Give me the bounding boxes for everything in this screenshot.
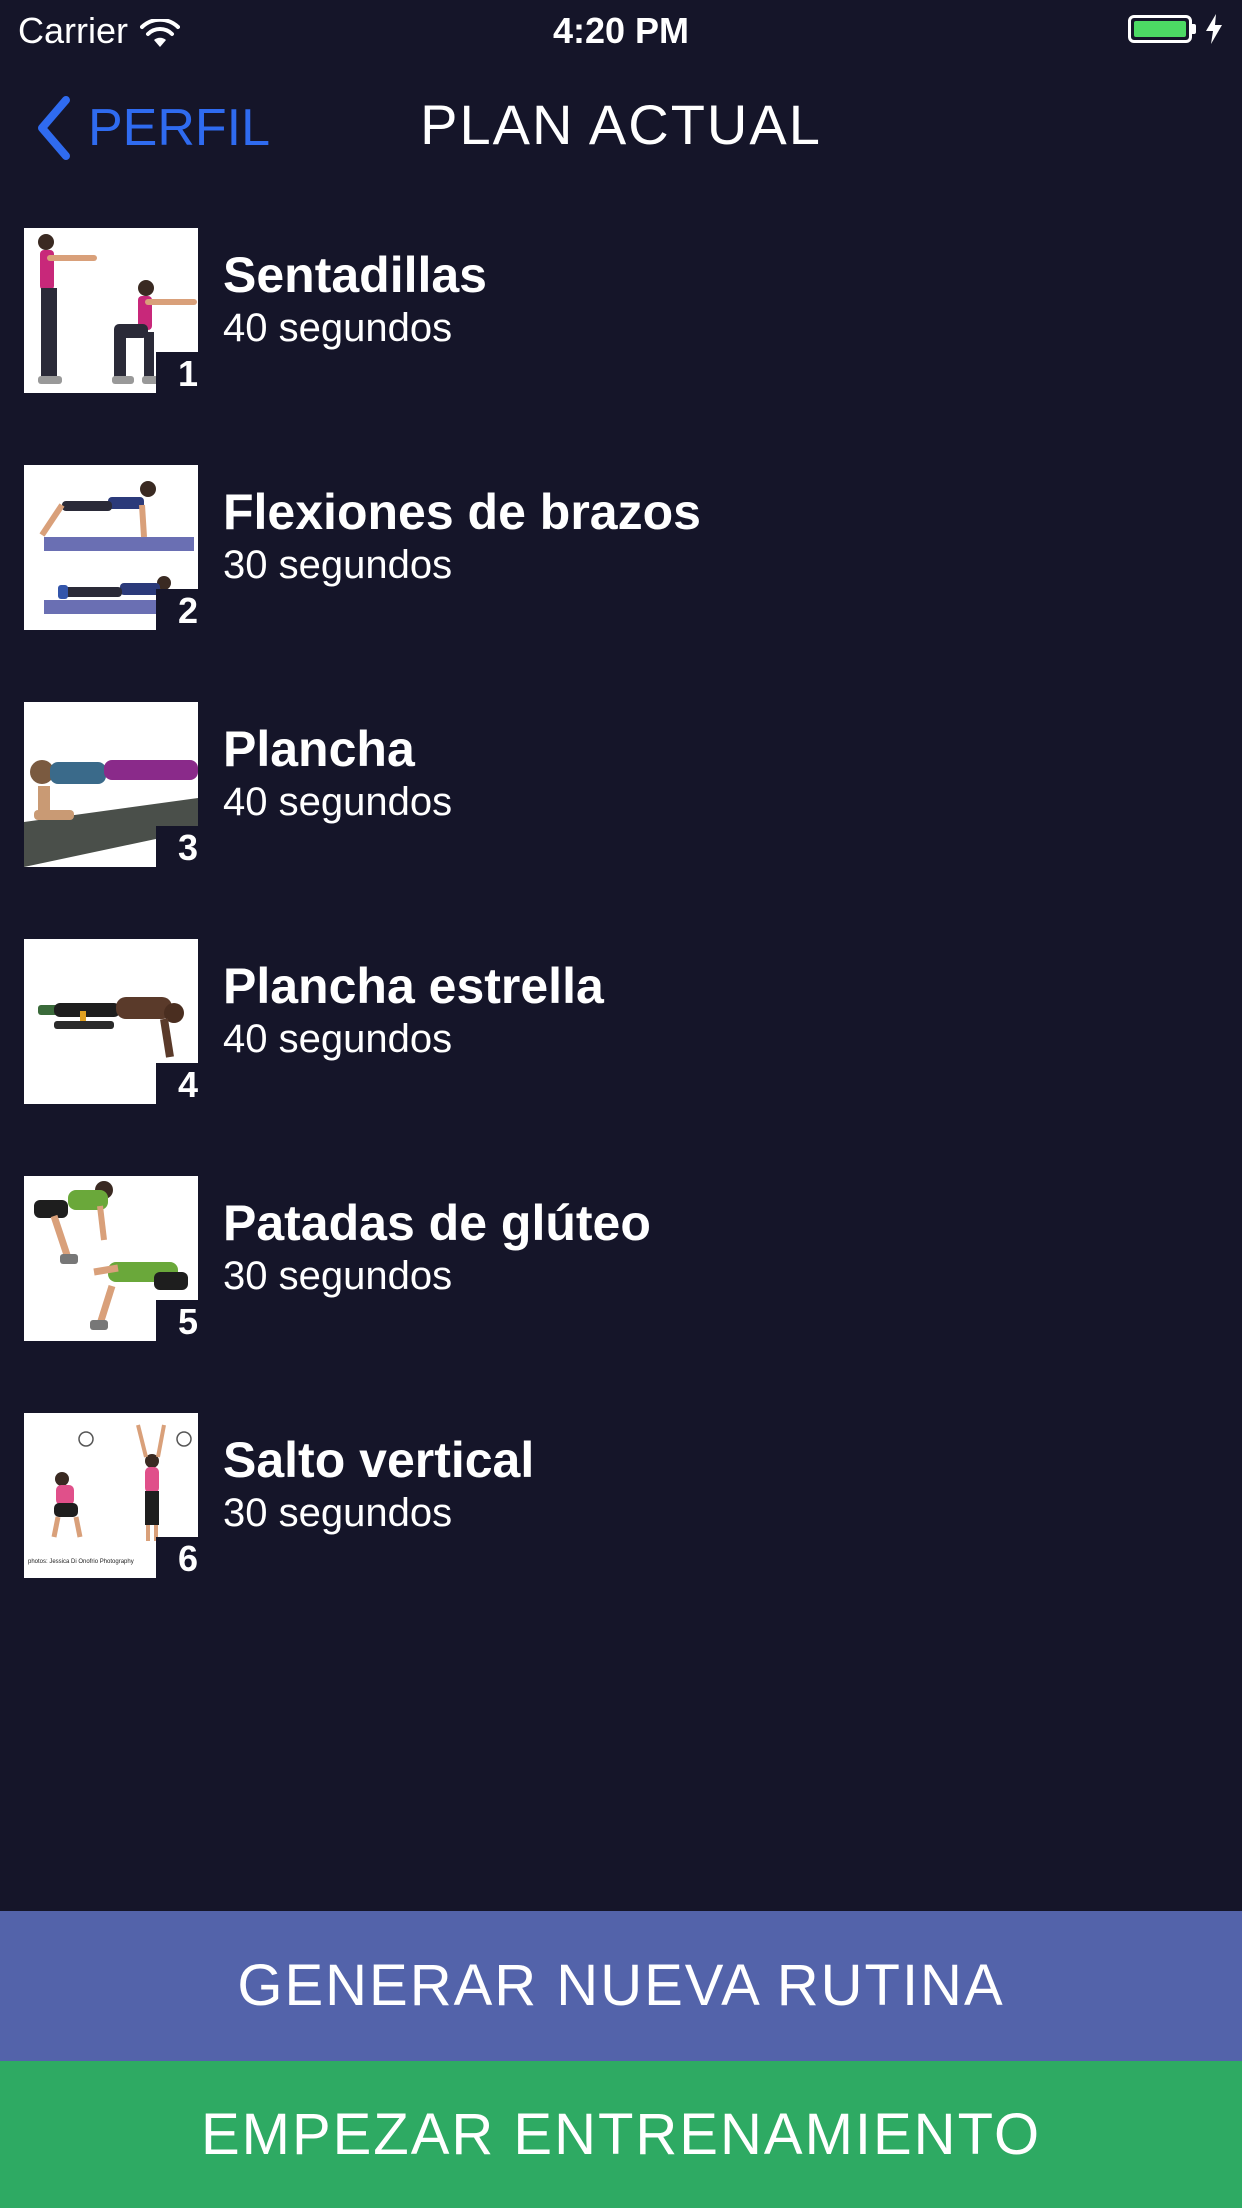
exercise-row[interactable]: 3 Plancha 40 segundos — [0, 700, 1242, 937]
battery-tip — [1192, 24, 1196, 34]
exercise-number: 2 — [156, 589, 198, 633]
exercise-row[interactable]: 5 Patadas de glúteo 30 segundos — [0, 1174, 1242, 1411]
thumbnail-caption: photos: Jessica Di Onofrio Photography — [28, 1559, 134, 1565]
exercise-list: 1 Sentadillas 40 segundos 2 Flexiones de… — [0, 226, 1242, 1648]
exercise-row[interactable]: 1 Sentadillas 40 segundos — [0, 226, 1242, 463]
exercise-duration: 40 segundos — [223, 1017, 453, 1061]
exercise-name: Plancha estrella — [223, 958, 604, 1014]
exercise-number: 3 — [156, 826, 198, 870]
status-time: 4:20 PM — [552, 10, 690, 51]
status-bar: Carrier 4:20 PM — [0, 0, 1242, 60]
exercise-number: 6 — [156, 1537, 198, 1581]
charging-bolt-icon — [1204, 14, 1224, 44]
exercise-row[interactable]: 2 Flexiones de brazos 30 segundos — [0, 463, 1242, 700]
exercise-number: 5 — [156, 1300, 198, 1344]
exercise-number: 4 — [156, 1063, 198, 1107]
exercise-name: Flexiones de brazos — [223, 484, 701, 540]
exercise-row[interactable]: photos: Jessica Di Onofrio Photography 6… — [0, 1411, 1242, 1648]
exercise-number: 1 — [156, 352, 198, 396]
exercise-name: Sentadillas — [223, 247, 487, 303]
exercise-duration: 30 segundos — [223, 1491, 453, 1535]
generate-routine-button[interactable]: GENERAR NUEVA RUTINA — [0, 1911, 1242, 2061]
battery-indicator — [1128, 14, 1224, 44]
exercise-row[interactable]: 4 Plancha estrella 40 segundos — [0, 937, 1242, 1174]
exercise-duration: 40 segundos — [223, 306, 453, 350]
battery-level — [1134, 21, 1186, 37]
exercise-name: Patadas de glúteo — [223, 1195, 651, 1251]
page-title: PLAN ACTUAL — [420, 93, 822, 156]
exercise-duration: 30 segundos — [223, 543, 453, 587]
navigation-bar: PERFIL PLAN ACTUAL — [0, 60, 1242, 190]
exercise-duration: 30 segundos — [223, 1254, 453, 1298]
battery-icon — [1128, 15, 1192, 43]
exercise-name: Salto vertical — [223, 1432, 535, 1488]
start-workout-button[interactable]: EMPEZAR ENTRENAMIENTO — [0, 2061, 1242, 2208]
exercise-name: Plancha — [223, 721, 415, 777]
exercise-duration: 40 segundos — [223, 780, 453, 824]
